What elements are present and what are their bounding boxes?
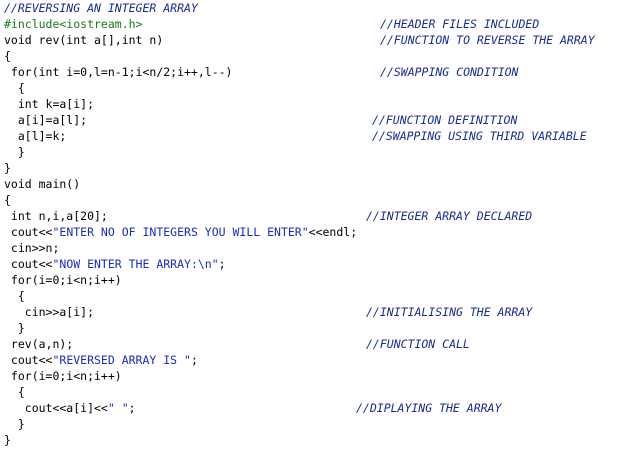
code-text: a[i]=a[l];: [4, 113, 88, 127]
code-line[interactable]: cin>>a[i]; //INITIALISING THE ARRAY: [0, 304, 636, 320]
string-literal: " ": [107, 401, 129, 415]
code-comment: //DIPLAYING THE ARRAY: [356, 401, 502, 415]
code-text: void rev(int a[],int n): [4, 33, 164, 47]
code-line[interactable]: cout<<"ENTER NO OF INTEGERS YOU WILL ENT…: [0, 224, 636, 240]
code-line[interactable]: for(i=0;i<n;i++): [0, 272, 636, 288]
code-line[interactable]: }: [0, 144, 636, 160]
code-line[interactable]: }: [0, 320, 636, 336]
code-line[interactable]: for(int i=0,l=n-1;i<n/2;i++,l--) //SWAPPI…: [0, 64, 636, 80]
code-line[interactable]: int k=a[i];: [0, 96, 636, 112]
code-line[interactable]: void main(): [0, 176, 636, 192]
code-line[interactable]: {: [0, 48, 636, 64]
code-line[interactable]: cout<<"REVERSED ARRAY IS ";: [0, 352, 636, 368]
code-comment: //SWAPPING CONDITION: [380, 65, 519, 79]
code-line[interactable]: cout<<a[i]<<" "; //DIPLAYING THE ARRAY: [0, 400, 636, 416]
string-literal: "ENTER NO OF INTEGERS YOU WILL ENTER": [52, 225, 309, 239]
code-line[interactable]: }: [0, 432, 636, 448]
code-text: cin>>n;: [4, 241, 60, 255]
code-line[interactable]: {: [0, 288, 636, 304]
code-text: {: [4, 81, 25, 95]
code-text: void main(): [4, 177, 81, 191]
code-text: {: [4, 193, 11, 207]
code-text: }: [4, 433, 11, 447]
code-line[interactable]: int n,i,a[20]; //INTEGER ARRAY DECLARED: [0, 208, 636, 224]
code-line[interactable]: #include<iostream.h> //HEADER FILES INCLU…: [0, 16, 636, 32]
code-line[interactable]: {: [0, 80, 636, 96]
code-comment: //HEADER FILES INCLUDED: [380, 17, 540, 31]
code-text: for(int i=0,l=n-1;i<n/2;i++,l--): [4, 65, 233, 79]
code-comment: //INTEGER ARRAY DECLARED: [366, 209, 533, 223]
code-text: cout<<"NOW ENTER THE ARRAY:\n";: [4, 257, 226, 271]
code-line[interactable]: a[l]=k; //SWAPPING USING THIRD VARIABLE: [0, 128, 636, 144]
code-line[interactable]: {: [0, 384, 636, 400]
code-line[interactable]: }: [0, 160, 636, 176]
code-line[interactable]: for(i=0;i<n;i++): [0, 368, 636, 384]
code-comment: //FUNCTION TO REVERSE THE ARRAY: [380, 33, 595, 47]
code-comment: //INITIALISING THE ARRAY: [366, 305, 533, 319]
code-comment: //REVERSING AN INTEGER ARRAY: [4, 1, 198, 15]
code-text: for(i=0;i<n;i++): [4, 273, 122, 287]
code-text: cout<<a[i]<<" ";: [4, 401, 136, 415]
code-text: a[l]=k;: [4, 129, 67, 143]
string-literal: "NOW ENTER THE ARRAY:\n": [52, 257, 219, 271]
code-line[interactable]: cout<<"NOW ENTER THE ARRAY:\n";: [0, 256, 636, 272]
code-line[interactable]: rev(a,n); //FUNCTION CALL: [0, 336, 636, 352]
code-text: cout<<"ENTER NO OF INTEGERS YOU WILL ENT…: [4, 225, 358, 239]
code-line[interactable]: }: [0, 416, 636, 432]
code-text: int k=a[i];: [4, 97, 95, 111]
code-text: }: [4, 145, 25, 159]
code-text: {: [4, 289, 25, 303]
code-comment: //SWAPPING USING THIRD VARIABLE: [372, 129, 587, 143]
code-line[interactable]: //REVERSING AN INTEGER ARRAY: [0, 0, 636, 16]
code-text: {: [4, 49, 11, 63]
code-line[interactable]: {: [0, 192, 636, 208]
code-text: #include<iostream.h>: [4, 17, 143, 31]
code-line[interactable]: void rev(int a[],int n) //FUNCTION TO REV…: [0, 32, 636, 48]
code-line[interactable]: cin>>n;: [0, 240, 636, 256]
code-comment: //FUNCTION DEFINITION: [372, 113, 518, 127]
code-text: }: [4, 321, 25, 335]
code-editor[interactable]: //REVERSING AN INTEGER ARRAY #include<ios…: [0, 0, 636, 449]
code-text: {: [4, 385, 25, 399]
string-literal: "REVERSED ARRAY IS ": [52, 353, 191, 367]
code-text: rev(a,n);: [4, 337, 74, 351]
code-line[interactable]: a[i]=a[l]; //FUNCTION DEFINITION: [0, 112, 636, 128]
code-text: cout<<"REVERSED ARRAY IS ";: [4, 353, 198, 367]
code-comment: //FUNCTION CALL: [366, 337, 470, 351]
code-text: for(i=0;i<n;i++): [4, 369, 122, 383]
code-text: }: [4, 161, 11, 175]
code-text: cin>>a[i];: [4, 305, 95, 319]
code-text: int n,i,a[20];: [4, 209, 108, 223]
code-text: }: [4, 417, 25, 431]
